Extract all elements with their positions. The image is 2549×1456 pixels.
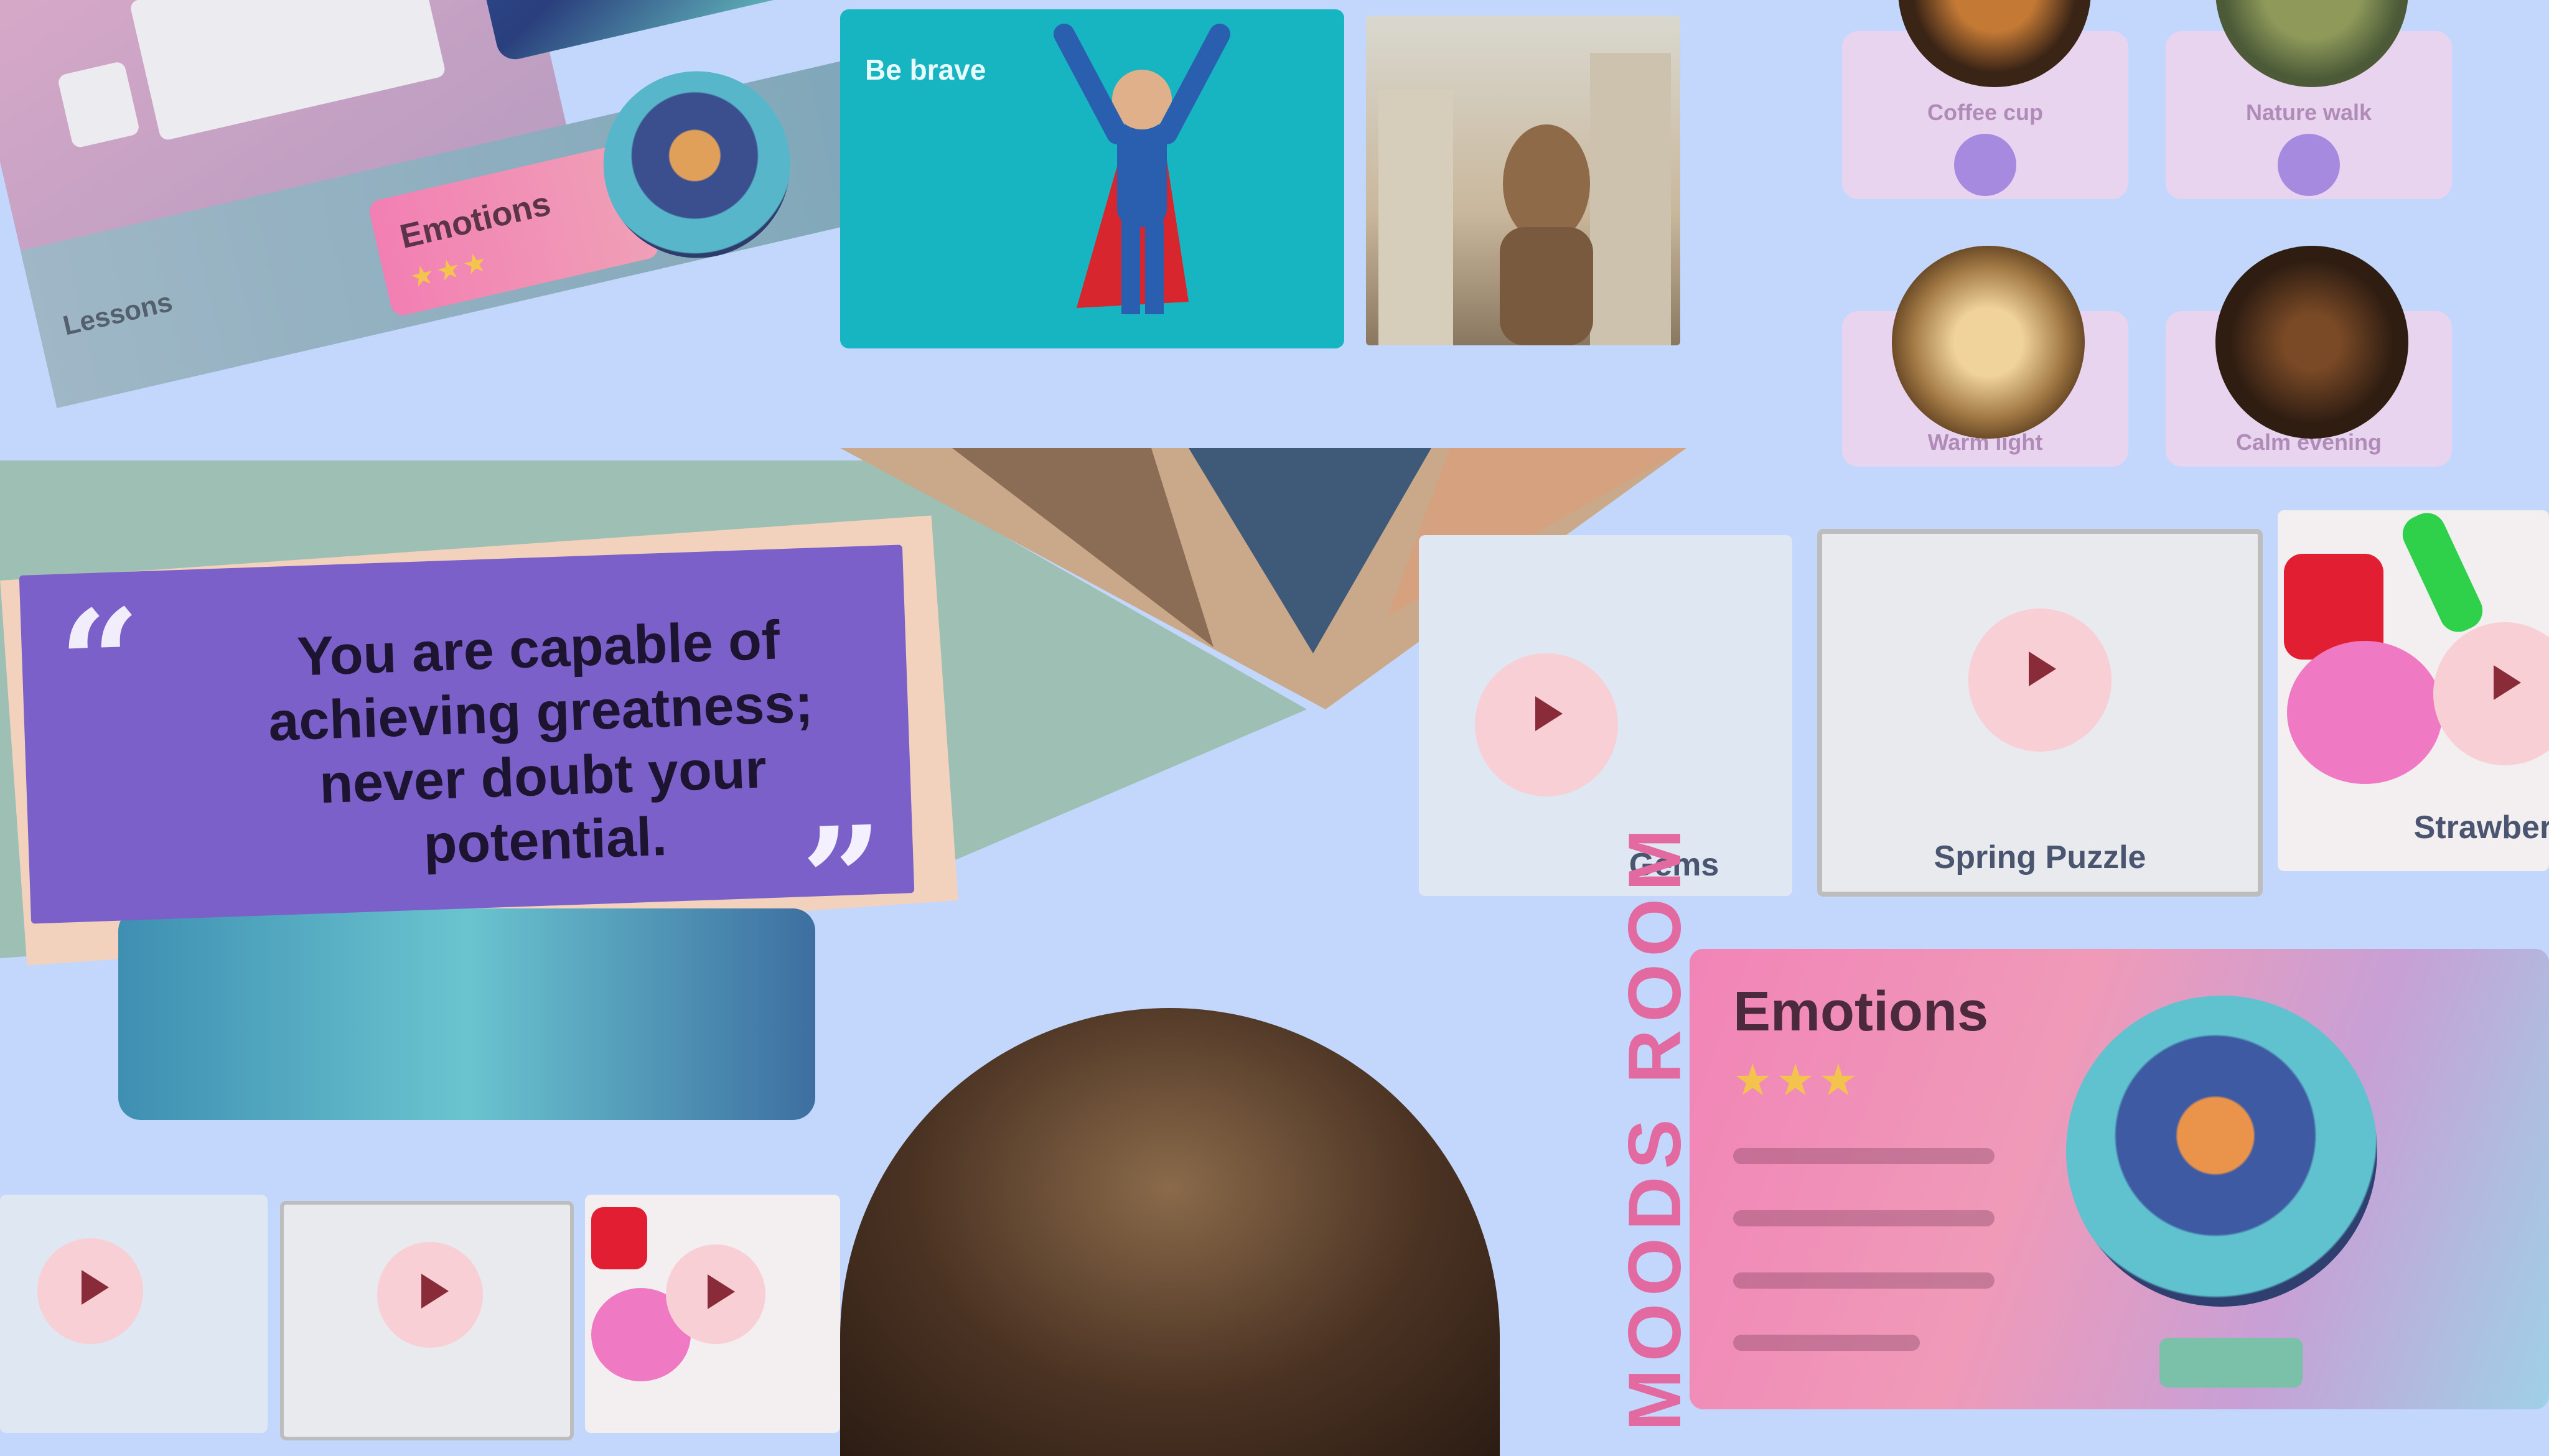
emotions-card-stars: ★★★ [1733,1056,1862,1104]
video-thumb-bottom-2[interactable] [280,1201,574,1440]
video-label-spring-puzzle: Spring Puzzle [1934,839,2146,875]
video-thumb-bottom-3[interactable] [585,1195,840,1433]
text-line [1733,1210,1995,1226]
vertical-title: MOODS ROOM [1537,821,1696,1431]
astronaut-circle-illustration [2066,996,2377,1307]
quote-card: “ You are capable of achieving greatness… [19,544,915,965]
hero-leg-right [1145,221,1164,314]
select-dot-2[interactable] [2278,134,2340,196]
text-line [1733,1335,1920,1351]
red-shape [591,1207,647,1269]
city-scene [1378,53,1671,345]
child-body [1500,227,1593,345]
play-button[interactable] [666,1244,765,1344]
play-button[interactable] [377,1242,483,1348]
vertical-title-text: MOODS ROOM [1613,821,1696,1431]
avatar-image-4 [2215,246,2408,439]
emotions-card-button[interactable] [2159,1338,2303,1388]
city-child-photo [1366,16,1680,345]
hero-leg-left [1121,221,1140,314]
island-illustration [118,908,815,1120]
quote-text: You are capable of achieving greatness; … [267,609,815,875]
play-button[interactable] [37,1238,143,1344]
video-thumb-gems[interactable]: Gems [1419,535,1792,896]
pink-blob [2287,641,2443,784]
avatar-image-3 [1892,246,2085,439]
close-quote-mark: ” [798,794,887,966]
play-button[interactable] [1968,609,2112,752]
select-dot-1[interactable] [1954,134,2016,196]
open-quote-mark: “ [56,577,145,749]
child-figure [1503,124,1590,243]
video-thumb-bottom-1[interactable] [0,1195,268,1433]
superhero-card: Be brave [840,9,1344,348]
text-line [1733,1272,1995,1289]
superhero-illustration [1054,24,1230,314]
avatar-label-1: Coffee cup [1927,100,2043,125]
play-button[interactable] [2433,622,2549,765]
video-thumb-spring-puzzle[interactable]: Spring Puzzle [1817,529,2263,897]
building-2 [1590,53,1671,345]
arched-library-photo [840,1008,1500,1456]
video-label-strawberry: Strawberr [2413,810,2549,846]
video-thumb-strawberry[interactable]: Strawberr [2278,510,2549,871]
emotions-card-title: Emotions [1733,981,1989,1043]
emotions-mini-title: Emotions [396,185,554,256]
text-line [1733,1148,1995,1164]
play-button[interactable] [1475,653,1618,796]
avatar-label-2: Nature walk [2245,100,2372,125]
building-1 [1378,90,1453,345]
green-stem [2397,510,2489,638]
